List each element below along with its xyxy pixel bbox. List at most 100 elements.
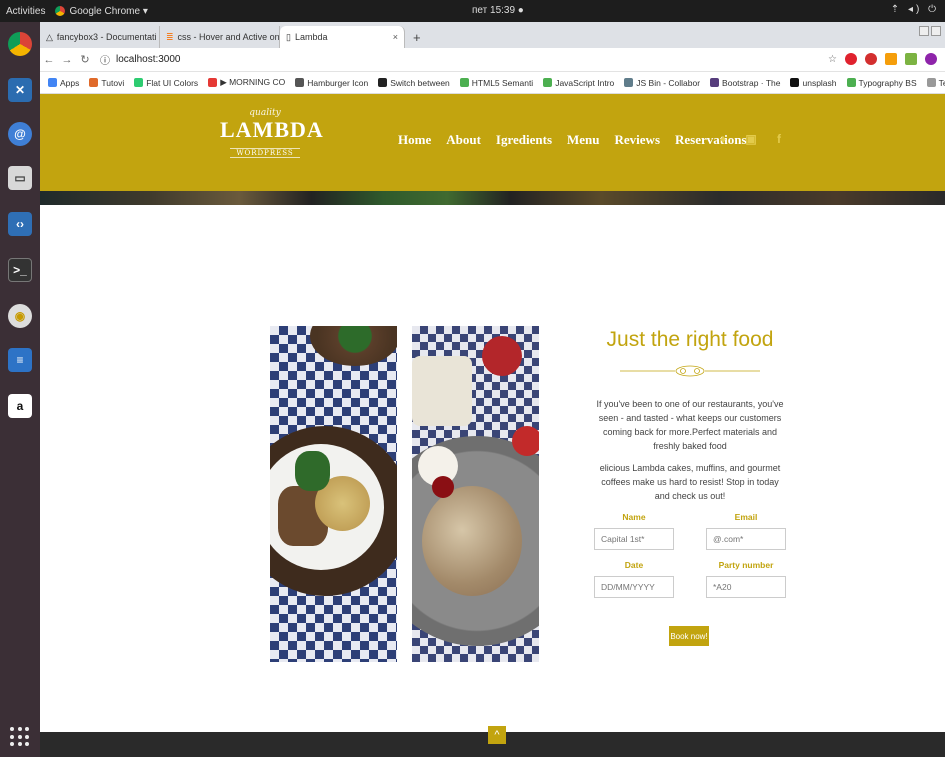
url-text: localhost:3000 [116, 54, 181, 65]
date-field[interactable] [594, 576, 674, 598]
tab-stackoverflow[interactable]: ≣ css - Hover and Active onl × [160, 26, 280, 48]
bookmark-icon [378, 78, 388, 87]
intro-section: Just the right food If you've been to on… [593, 326, 787, 503]
party-label: Party number [718, 560, 774, 570]
youtube-icon[interactable]: ▣ [744, 132, 758, 146]
email-field[interactable] [706, 528, 786, 550]
nav-home[interactable]: Home [398, 132, 431, 148]
reservation-form: Name Email Date Party number [593, 512, 787, 608]
window-controls[interactable] [919, 26, 941, 36]
chrome-dock-icon[interactable] [8, 32, 32, 56]
bookmark-item[interactable]: Flat UI Colors [134, 78, 198, 88]
code-dock-icon[interactable]: ‹› [8, 212, 32, 236]
tab-lambda[interactable]: ▯ Lambda × [280, 26, 405, 48]
social-links: ♦ ▣ f [716, 132, 786, 146]
section-paragraph-2: elicious Lambda cakes, muffins, and gour… [599, 463, 781, 501]
date-label: Date [624, 560, 644, 570]
address-bar-row: ← → ↻ ⓘ localhost:3000 ☆ [40, 48, 945, 72]
bookmark-label: JavaScript Intro [555, 77, 615, 88]
site-header: quality LAMBDA WORDPRESS Home About Igre… [40, 94, 945, 191]
party-number-field[interactable] [706, 576, 786, 598]
app-menu-label: Google Chrome ▾ [69, 5, 148, 17]
forward-icon[interactable]: → [58, 54, 76, 66]
bookmark-item[interactable]: unsplash [790, 77, 837, 88]
nav-menu[interactable]: Menu [567, 132, 600, 148]
new-tab-button[interactable]: + [405, 26, 429, 48]
amazon-dock-icon[interactable]: a [8, 394, 32, 418]
bookmark-icon [624, 78, 634, 87]
scroll-to-top-button[interactable]: ^ [488, 726, 506, 744]
food-photo-plate [270, 326, 397, 662]
nav-reviews[interactable]: Reviews [615, 132, 661, 148]
bookmark-item[interactable]: Hamburger Icon [295, 78, 368, 88]
tab-label: fancybox3 - Documentati [56, 32, 157, 42]
back-icon[interactable]: ← [40, 54, 58, 66]
twitter-icon[interactable]: ♦ [716, 132, 730, 146]
stack-icon: ≣ [166, 31, 174, 42]
site-logo[interactable]: quality LAMBDA WORDPRESS [220, 108, 324, 160]
bookmark-item[interactable]: Typography BS [846, 78, 917, 88]
sound-dock-icon[interactable]: ◉ [8, 304, 32, 328]
bookmark-label: Switch between [390, 77, 450, 88]
bookmark-label: ▶ MORNING CO [220, 77, 286, 87]
bookmark-item[interactable]: JS Bin - Collabor [624, 78, 700, 88]
facebook-icon[interactable]: f [772, 132, 786, 146]
opera-icon[interactable] [845, 53, 857, 65]
dock: ✕ @ ▭ ‹› >_ ◉ ≡ a [0, 22, 40, 757]
web-page: quality LAMBDA WORDPRESS Home About Igre… [40, 94, 945, 757]
book-now-button[interactable]: Book now! [669, 626, 709, 646]
thunderbird-dock-icon[interactable]: @ [8, 122, 32, 146]
writer-dock-icon[interactable]: ≡ [8, 348, 32, 372]
bookmark-icon [710, 78, 720, 87]
bookmark-icon [459, 78, 469, 87]
nav-igredients[interactable]: Igredients [496, 132, 552, 148]
bookmark-icon [208, 78, 218, 87]
ornament-divider-icon [620, 365, 760, 377]
app-menu[interactable]: Google Chrome ▾ [55, 5, 148, 17]
clock[interactable]: пет 15:39 ● [472, 5, 524, 16]
reload-icon[interactable]: ↻ [76, 53, 94, 66]
bookmark-label: Flat UI Colors [146, 77, 199, 88]
tab-label: css - Hover and Active onl [177, 32, 280, 42]
close-icon[interactable]: × [393, 32, 398, 42]
bookmark-item[interactable]: Switch between [378, 78, 450, 88]
section-title: Just the right food [606, 328, 774, 351]
bookmarks-bar: Apps Tutovi Flat UI Colors ▶ MORNING CO Hamb… [40, 72, 945, 94]
profile-icon[interactable] [925, 53, 937, 65]
system-tray[interactable]: ⇡ ◂) ⏻ [891, 4, 939, 15]
adblock-icon[interactable] [865, 53, 877, 65]
nav-about[interactable]: About [446, 132, 481, 148]
url-input[interactable]: ⓘ localhost:3000 [100, 52, 181, 67]
activities-button[interactable]: Activities [6, 6, 45, 17]
bookmark-item[interactable]: JavaScript Intro [543, 78, 614, 88]
name-field[interactable] [594, 528, 674, 550]
tab-label: Lambda [294, 32, 328, 42]
bookmark-item[interactable]: HTML5 Semanti [459, 78, 533, 88]
files-dock-icon[interactable]: ▭ [8, 166, 32, 190]
bookmark-item[interactable]: Apps [48, 78, 79, 88]
main-nav: Home About Igredients Menu Reviews Reser… [398, 132, 747, 148]
name-label: Name [622, 512, 646, 522]
tab-fancybox[interactable]: △ fancybox3 - Documentati × [40, 26, 160, 48]
bookmark-item[interactable]: Bootstrap · The [710, 78, 780, 88]
bookmark-item[interactable]: Test [926, 77, 945, 88]
bookmark-icon [134, 78, 144, 87]
terminal-dock-icon[interactable]: >_ [8, 258, 32, 282]
hero-image-strip [40, 191, 945, 205]
star-icon[interactable]: ☆ [828, 54, 837, 65]
vscode-dock-icon[interactable]: ✕ [8, 78, 32, 102]
extension-icon[interactable] [905, 53, 917, 65]
section-paragraph-1: If you've been to one of our restaurants… [596, 399, 784, 451]
show-apps-icon[interactable] [10, 727, 30, 747]
logo-name: LAMBDA [220, 117, 324, 142]
bookmark-label: JS Bin - Collabor [636, 77, 701, 88]
bookmark-label: Tutovi [101, 77, 125, 88]
bookmark-item[interactable]: ▶ MORNING CO [208, 77, 285, 88]
bookmark-item[interactable]: Tutovi [89, 78, 124, 88]
bookmark-label: Test [938, 77, 945, 88]
bookmark-label: unsplash [802, 77, 837, 88]
system-top-bar: Activities Google Chrome ▾ пет 15:39 ● ⇡… [0, 0, 945, 22]
rss-icon[interactable] [885, 53, 897, 65]
food-photo-dessert [412, 326, 539, 662]
triangle-icon: △ [46, 31, 53, 42]
